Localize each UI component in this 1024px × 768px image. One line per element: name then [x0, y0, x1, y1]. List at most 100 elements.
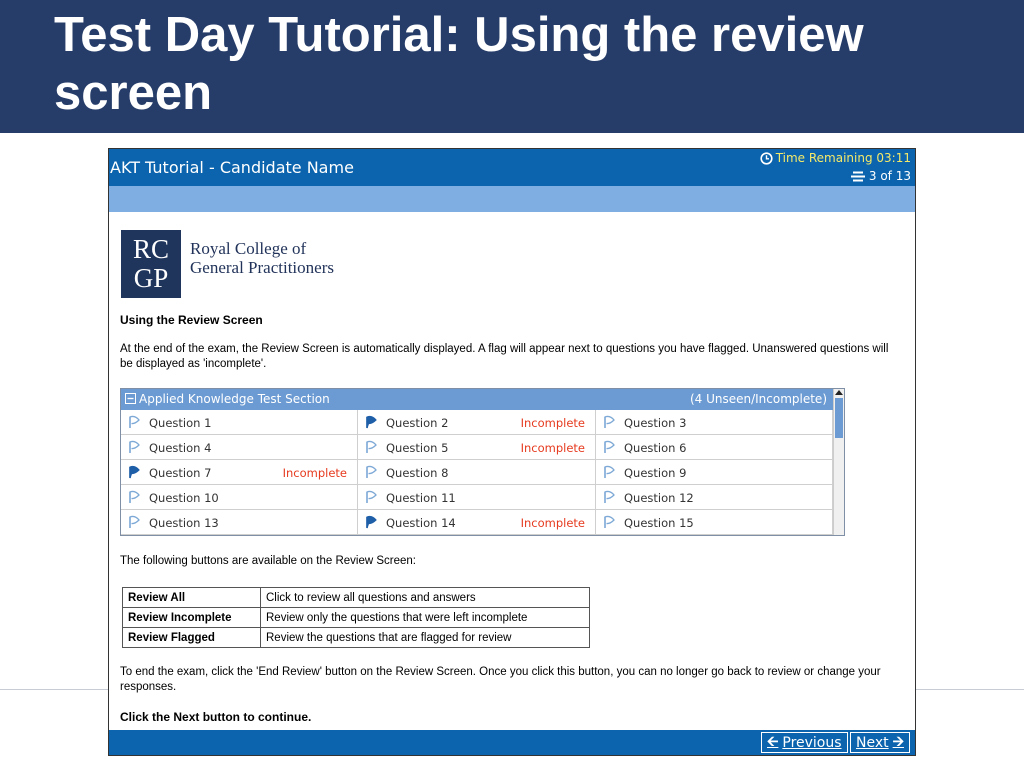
flag-outline-icon[interactable] — [127, 515, 141, 529]
question-label[interactable]: Question 12 — [624, 491, 694, 505]
previous-button-label: Previous — [782, 734, 842, 751]
question-cell[interactable]: Question 7 Incomplete — [121, 460, 358, 485]
question-label[interactable]: Question 8 — [386, 466, 448, 480]
intro-text: At the end of the exam, the Review Scree… — [120, 343, 889, 370]
question-cell[interactable]: Question 3 — [596, 410, 833, 435]
question-cell[interactable]: Question 12 — [596, 485, 833, 510]
table-row: Review All Click to review all questions… — [122, 587, 590, 608]
logo-line-2: GP — [133, 263, 169, 293]
buttons-intro-text: The following buttons are available on t… — [120, 555, 416, 567]
button-name: Review All — [122, 587, 261, 608]
flag-outline-icon[interactable] — [602, 415, 616, 429]
question-label[interactable]: Question 4 — [149, 441, 211, 455]
collapse-icon[interactable] — [125, 393, 136, 404]
table-row: Review Flagged Review the questions that… — [122, 627, 590, 648]
question-label[interactable]: Question 6 — [624, 441, 686, 455]
question-label[interactable]: Question 14 — [386, 516, 456, 530]
review-panel-title: Applied Knowledge Test Section — [125, 392, 330, 406]
previous-button[interactable]: 🡨 Previous — [761, 732, 848, 753]
question-cell[interactable]: Question 1 — [121, 410, 358, 435]
flag-outline-icon[interactable] — [127, 490, 141, 504]
app-footer: 🡨 Previous Next 🡪 — [109, 730, 915, 755]
button-description: Click to review all questions and answer… — [260, 587, 590, 608]
organization-name-line-1: Royal College of — [190, 239, 307, 258]
flag-outline-icon[interactable] — [127, 440, 141, 454]
review-panel-title-text: Applied Knowledge Test Section — [139, 392, 330, 406]
rcgp-logo: RC GP — [121, 230, 181, 298]
review-buttons-table: Review All Click to review all questions… — [122, 587, 590, 648]
flag-outline-icon[interactable] — [364, 490, 378, 504]
question-label[interactable]: Question 1 — [149, 416, 211, 430]
question-label[interactable]: Question 15 — [624, 516, 694, 530]
question-cell[interactable]: Question 15 — [596, 510, 833, 535]
question-cell[interactable]: Question 8 — [358, 460, 596, 485]
question-status: Incomplete — [520, 441, 585, 455]
flag-filled-icon[interactable] — [364, 515, 378, 529]
app-titlebar: AKT Tutorial - Candidate Name Time Remai… — [109, 149, 915, 186]
question-cell[interactable]: Question 6 — [596, 435, 833, 460]
question-cell[interactable]: Question 4 — [121, 435, 358, 460]
question-counter: 3 of 13 — [850, 169, 911, 183]
flag-outline-icon[interactable] — [602, 515, 616, 529]
section-heading: Using the Review Screen — [120, 313, 263, 327]
question-cell[interactable]: Question 14 Incomplete — [358, 510, 596, 535]
question-cell[interactable]: Question 13 — [121, 510, 358, 535]
time-remaining: Time Remaining 03:11 — [760, 151, 911, 165]
review-panel-count: (4 Unseen/Incomplete) — [689, 392, 827, 406]
question-counter-text: 3 of 13 — [868, 169, 911, 183]
app-subbar — [109, 186, 915, 212]
question-label[interactable]: Question 10 — [149, 491, 219, 505]
question-cell[interactable]: Question 10 — [121, 485, 358, 510]
question-label[interactable]: Question 11 — [386, 491, 456, 505]
review-panel-header[interactable]: Applied Knowledge Test Section (4 Unseen… — [121, 389, 833, 410]
button-name: Review Flagged — [122, 627, 261, 648]
flag-outline-icon[interactable] — [127, 415, 141, 429]
question-label[interactable]: Question 9 — [624, 466, 686, 480]
button-description: Review the questions that are flagged fo… — [260, 627, 590, 648]
question-label[interactable]: Question 7 — [149, 466, 211, 480]
next-button[interactable]: Next 🡪 — [850, 732, 910, 753]
flag-outline-icon[interactable] — [364, 440, 378, 454]
review-panel-scrollbar[interactable] — [833, 389, 844, 535]
time-remaining-text: Time Remaining 03:11 — [775, 151, 911, 165]
slide-title: Test Day Tutorial: Using the review scre… — [54, 8, 864, 120]
question-status: Incomplete — [282, 466, 347, 480]
question-count-icon — [850, 171, 865, 181]
question-label[interactable]: Question 13 — [149, 516, 219, 530]
question-status: Incomplete — [520, 516, 585, 530]
next-button-label: Next — [856, 734, 889, 751]
question-cell[interactable]: Question 9 — [596, 460, 833, 485]
question-label[interactable]: Question 2 — [386, 416, 448, 430]
flag-outline-icon[interactable] — [602, 490, 616, 504]
scroll-up-arrow-icon[interactable] — [835, 390, 843, 395]
question-label[interactable]: Question 5 — [386, 441, 448, 455]
logo-line-1: RC — [132, 234, 170, 264]
continue-instruction: Click the Next button to continue. — [120, 710, 312, 724]
question-cell[interactable]: Question 5 Incomplete — [358, 435, 596, 460]
arrow-left-icon: 🡨 — [767, 733, 779, 750]
app-title: AKT Tutorial - Candidate Name — [110, 158, 354, 177]
flag-filled-icon[interactable] — [364, 415, 378, 429]
table-row: Review Incomplete Review only the questi… — [122, 607, 590, 628]
review-panel: Applied Knowledge Test Section (4 Unseen… — [120, 388, 845, 536]
organization-name-line-2: General Practitioners — [190, 258, 334, 277]
flag-outline-icon[interactable] — [602, 440, 616, 454]
flag-filled-icon[interactable] — [127, 465, 141, 479]
scroll-thumb[interactable] — [835, 398, 843, 438]
end-review-text: To end the exam, click the 'End Review' … — [120, 666, 881, 693]
tutorial-content: RC GP Royal College of General Practitio… — [109, 212, 915, 730]
slide-divider-right — [916, 689, 1024, 690]
button-description: Review only the questions that were left… — [260, 607, 590, 628]
tutorial-window: AKT Tutorial - Candidate Name Time Remai… — [108, 148, 916, 756]
flag-outline-icon[interactable] — [602, 465, 616, 479]
question-cell[interactable]: Question 2 Incomplete — [358, 410, 596, 435]
organization-name: Royal College of General Practitioners — [190, 239, 334, 277]
flag-outline-icon[interactable] — [364, 465, 378, 479]
question-status: Incomplete — [520, 416, 585, 430]
arrow-right-icon: 🡪 — [892, 733, 904, 750]
question-grid: Question 1 Question 2 Incomplete Question 3… — [121, 410, 833, 535]
question-label[interactable]: Question 3 — [624, 416, 686, 430]
question-cell[interactable]: Question 11 — [358, 485, 596, 510]
button-name: Review Incomplete — [122, 607, 261, 628]
clock-icon — [760, 151, 773, 165]
